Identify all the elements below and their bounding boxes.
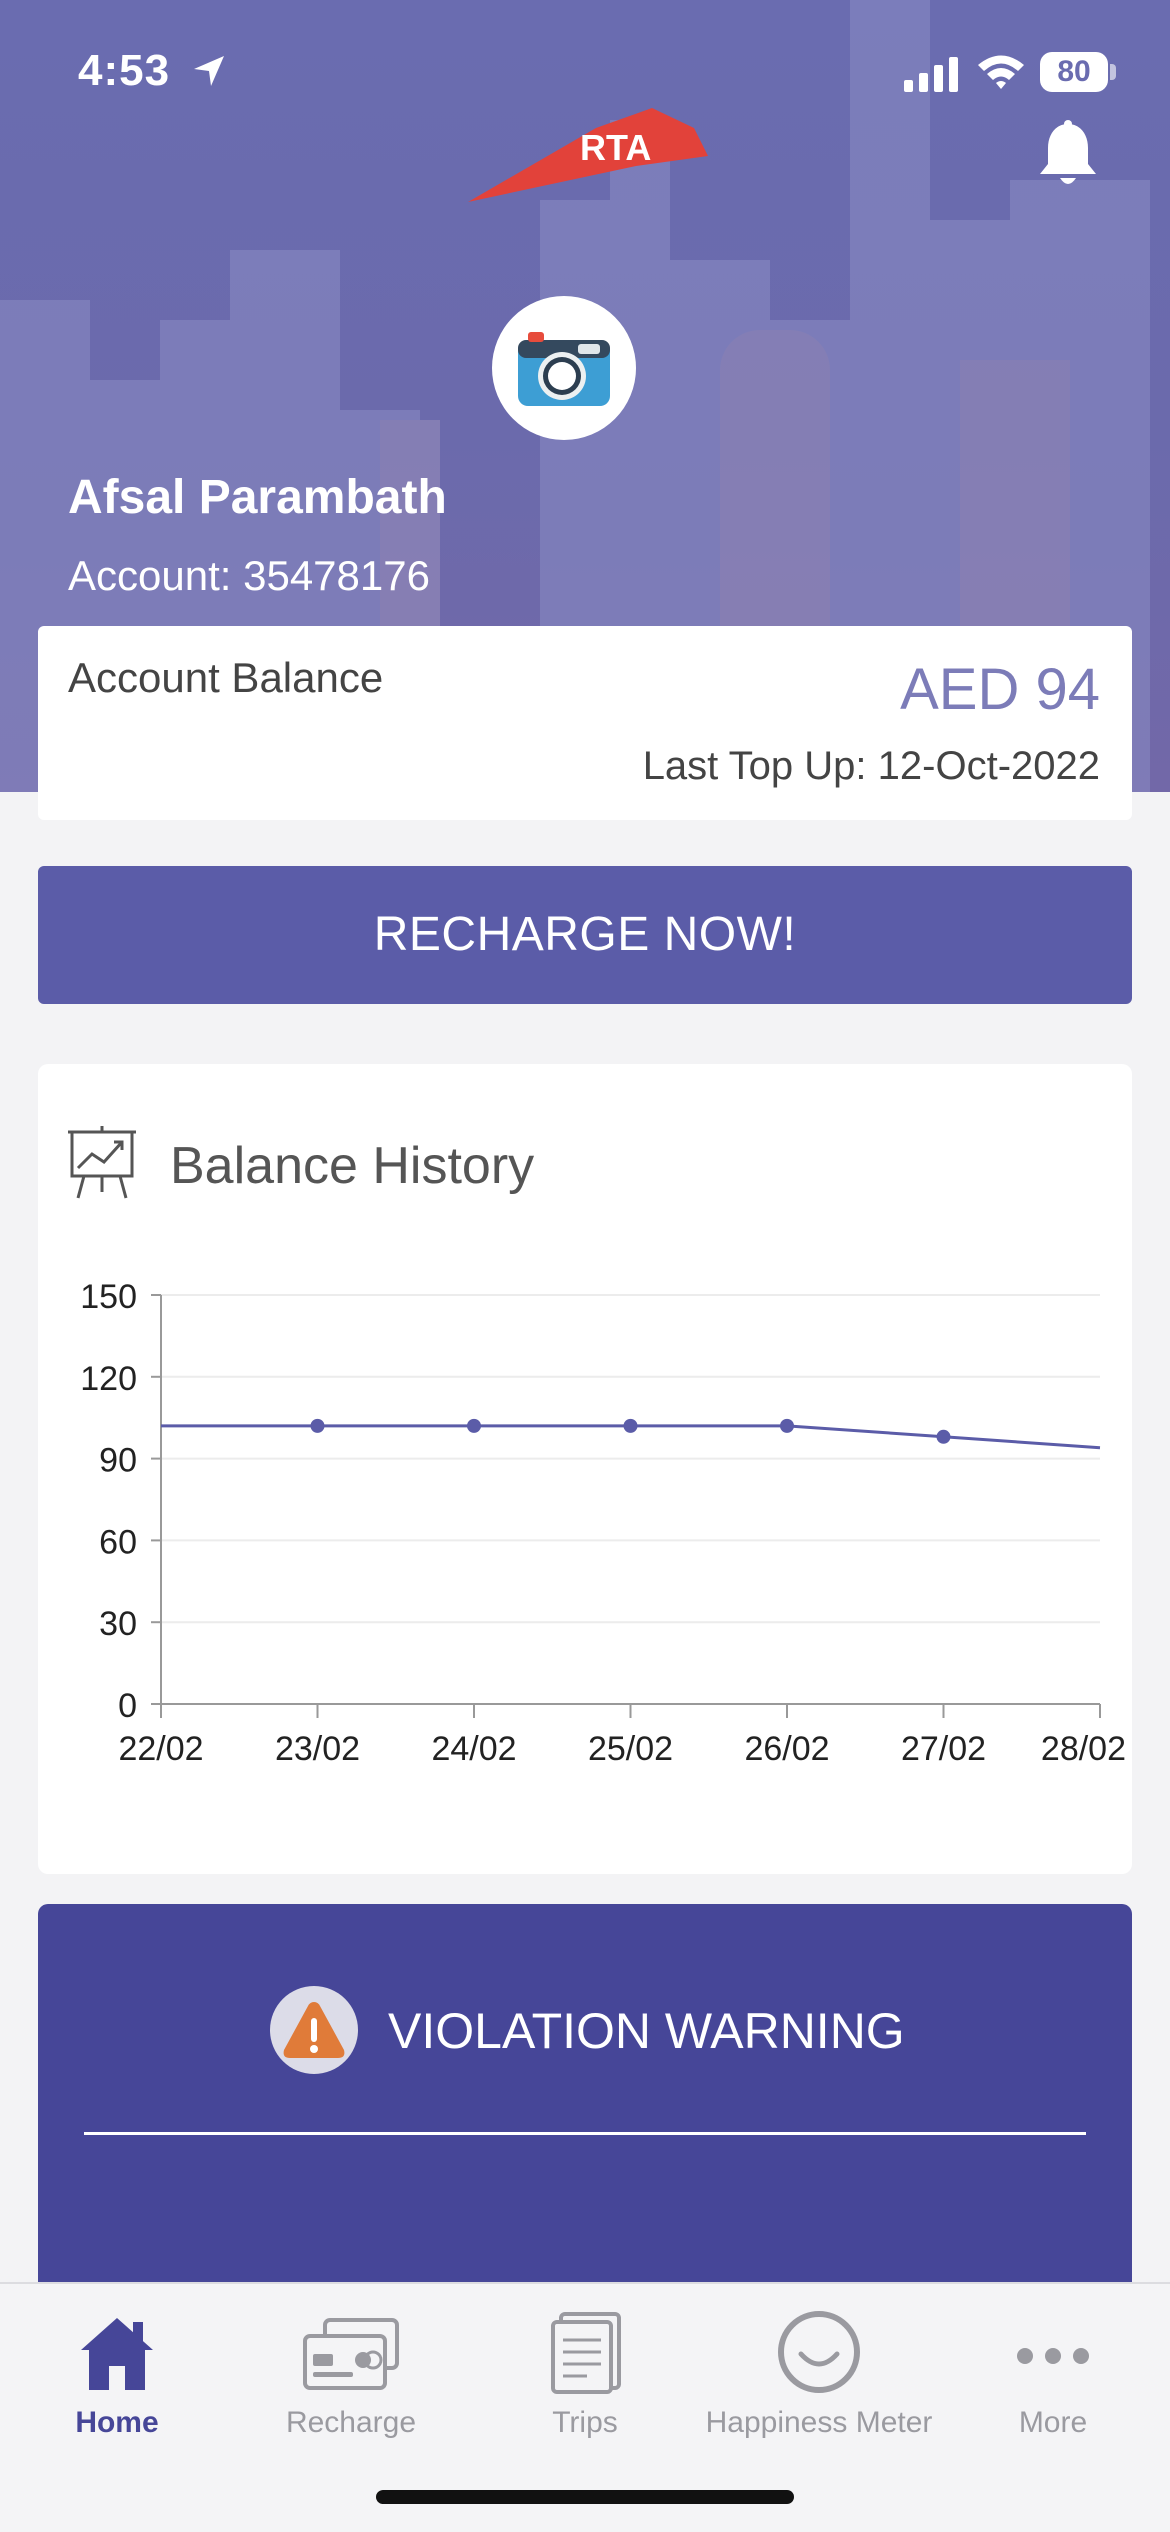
- balance-history-card: Balance History 0 30 60 90 120 150 22/02 23/02 2…: [38, 1064, 1132, 1874]
- last-top-up: Last Top Up: 12-Oct-2022: [642, 744, 1100, 788]
- x-tick-label: 22/02: [118, 1730, 203, 1768]
- profile-avatar[interactable]: [492, 296, 636, 440]
- tab-more-label: More: [1018, 2406, 1088, 2439]
- x-tick-label: 27/02: [901, 1730, 986, 1768]
- y-tick-label: 90: [99, 1442, 137, 1480]
- balance-value: AED 94: [900, 657, 1100, 722]
- balance-data-point: [467, 1418, 481, 1433]
- tab-recharge[interactable]: Recharge: [234, 2300, 468, 2440]
- x-tick-label: 24/02: [431, 1730, 516, 1768]
- rta-logo: RTA: [468, 108, 708, 202]
- notification-bell-icon[interactable]: [1036, 120, 1100, 190]
- violation-divider: [84, 2132, 1086, 2135]
- balance-data-point: [936, 1429, 951, 1444]
- y-tick-label: 60: [99, 1523, 137, 1561]
- document-icon: [551, 2312, 621, 2394]
- location-arrow-icon: [194, 56, 224, 86]
- battery-indicator: 80: [1040, 52, 1108, 92]
- warning-icon: [283, 2002, 345, 2058]
- more-dots-icon: [1017, 2348, 1089, 2364]
- warning-icon-badge: [270, 1986, 358, 2074]
- x-tick-label: 28/02: [1041, 1730, 1126, 1768]
- cellular-signal-icon: [904, 57, 958, 92]
- account-number: Account: 35478176: [68, 552, 430, 599]
- x-tick-label: 26/02: [744, 1730, 829, 1768]
- status-time: 4:53: [78, 46, 171, 95]
- tab-home[interactable]: Home: [0, 2300, 234, 2440]
- home-icon: [81, 2318, 153, 2390]
- violation-warning-card[interactable]: VIOLATION WARNING: [38, 1904, 1132, 2284]
- y-tick-label: 30: [99, 1605, 137, 1643]
- balance-label: Account Balance: [68, 654, 384, 701]
- camera-icon: [518, 332, 610, 406]
- x-tick-label: 25/02: [588, 1730, 673, 1768]
- balance-data-point: [623, 1418, 638, 1433]
- svg-text:RTA: RTA: [580, 127, 651, 168]
- x-tick-label: 23/02: [275, 1730, 360, 1768]
- wifi-icon: [978, 55, 1024, 89]
- home-indicator: [376, 2490, 794, 2504]
- battery-cap: [1110, 64, 1116, 80]
- recharge-now-button[interactable]: RECHARGE NOW!: [38, 866, 1132, 1004]
- tab-recharge-label: Recharge: [285, 2406, 417, 2439]
- balance-history-chart: 0 30 60 90 120 150 22/02 23/02 24/02 25/02 26/02 27…: [80, 1278, 1126, 1768]
- tab-home-label: Home: [75, 2406, 159, 2439]
- account-balance-card: Account Balance AED 94 Last Top Up: 12-O…: [38, 626, 1132, 820]
- y-tick-label: 0: [118, 1687, 137, 1725]
- tab-trips-label: Trips: [552, 2406, 618, 2439]
- tab-happiness-meter[interactable]: Happiness Meter: [702, 2300, 936, 2440]
- smile-icon: [778, 2311, 860, 2393]
- balance-data-point: [310, 1418, 325, 1433]
- tab-happiness-meter-label: Happiness Meter: [705, 2406, 933, 2439]
- balance-data-point: [780, 1418, 794, 1433]
- tab-trips[interactable]: Trips: [468, 2300, 702, 2440]
- card-icon: [303, 2318, 399, 2390]
- tab-more[interactable]: More: [936, 2300, 1170, 2440]
- y-tick-label: 150: [80, 1278, 137, 1316]
- violation-warning-title: VIOLATION WARNING: [388, 2003, 905, 2059]
- y-tick-label: 120: [80, 1360, 137, 1398]
- user-name: Afsal Parambath: [68, 471, 447, 524]
